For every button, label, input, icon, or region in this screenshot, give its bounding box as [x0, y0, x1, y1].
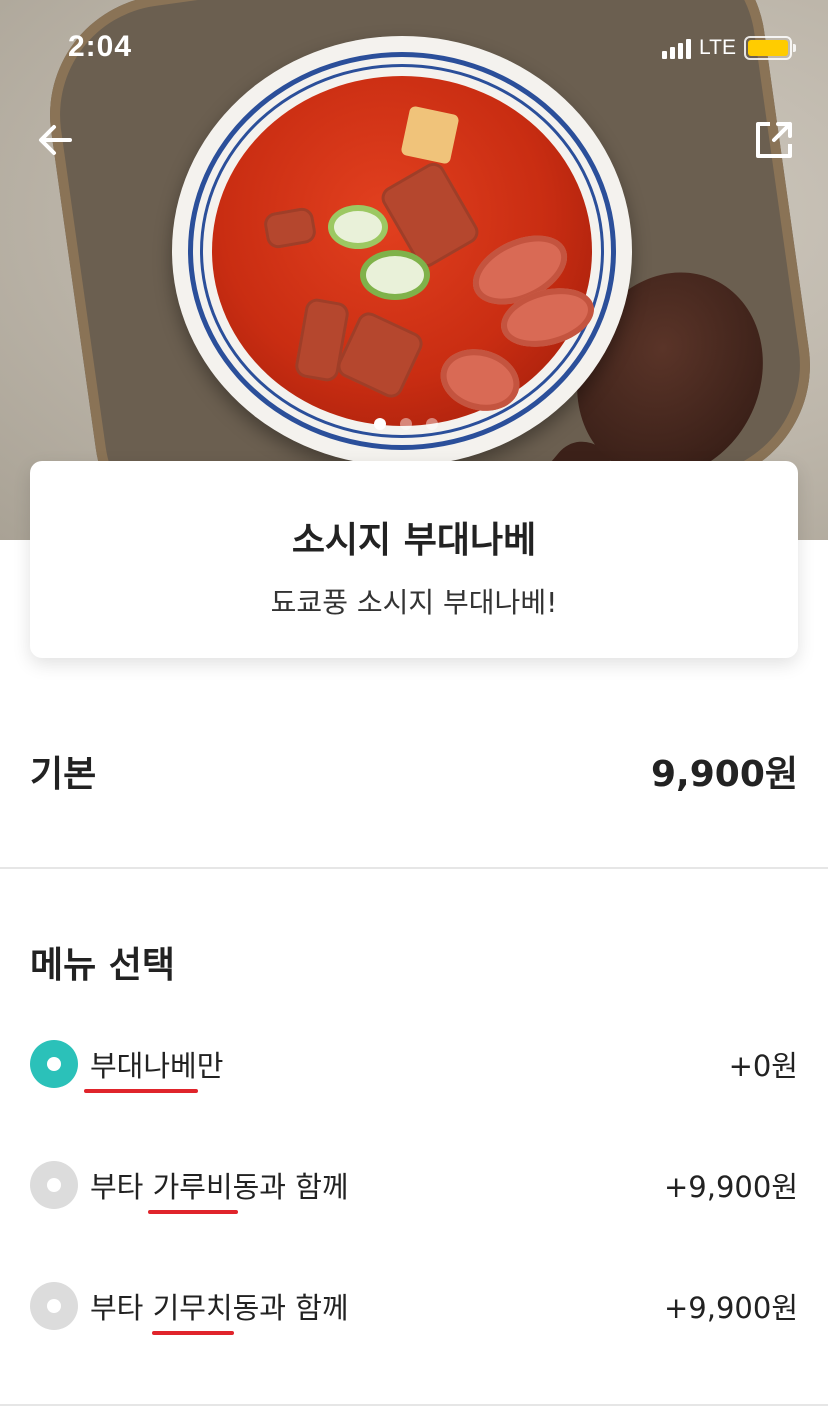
- option-price: +9,900원: [664, 1291, 798, 1325]
- carousel-dot[interactable]: [400, 418, 412, 430]
- signal-icon: [662, 37, 692, 59]
- back-button[interactable]: [34, 118, 78, 162]
- carousel-indicator: [374, 418, 438, 430]
- option-price: +9,900원: [664, 1170, 798, 1204]
- option-label: 부타 기무치동과 함께: [90, 1285, 349, 1335]
- scallion-graphic: [360, 250, 430, 300]
- carousel-dot[interactable]: [426, 418, 438, 430]
- annotation-underline: [152, 1331, 234, 1335]
- radio-selected-icon[interactable]: [30, 1040, 78, 1088]
- radio-unselected-icon[interactable]: [30, 1161, 78, 1209]
- divider: [0, 867, 828, 869]
- annotation-underline: [84, 1089, 198, 1093]
- battery-icon: [744, 36, 796, 60]
- menu-option[interactable]: 부타 기무치동과 함께 +9,900원: [30, 1276, 798, 1336]
- menu-option[interactable]: 부타 가루비동과 함께 +9,900원: [30, 1155, 798, 1215]
- annotation-underline: [148, 1210, 238, 1214]
- option-label: 부타 가루비동과 함께: [90, 1164, 349, 1214]
- hero-image[interactable]: 2:04 LTE: [0, 0, 828, 540]
- network-type: LTE: [699, 36, 736, 59]
- share-icon: [756, 122, 792, 158]
- base-price-row: 기본 9,900원: [30, 745, 798, 797]
- tofu-graphic: [400, 105, 460, 165]
- arrow-left-icon: [39, 125, 72, 155]
- menu-info-card: 소시지 부대나베 됴쿄풍 소시지 부대나베!: [30, 461, 798, 658]
- option-price: +0원: [728, 1049, 798, 1083]
- status-indicators: LTE: [662, 36, 796, 60]
- radio-unselected-icon[interactable]: [30, 1282, 78, 1330]
- menu-title: 소시지 부대나베: [291, 520, 537, 561]
- menu-option[interactable]: 부대나베만 +0원: [30, 1034, 798, 1094]
- status-time: 2:04: [68, 30, 133, 63]
- base-price-value: 9,900원: [651, 754, 798, 795]
- share-button[interactable]: [752, 118, 796, 162]
- menu-select-title: 메뉴 선택: [30, 945, 176, 986]
- carousel-dot[interactable]: [374, 418, 386, 430]
- scallion-graphic: [328, 205, 388, 249]
- divider: [0, 1404, 828, 1406]
- base-price-label: 기본: [30, 754, 97, 795]
- menu-description: 됴쿄풍 소시지 부대나베!: [270, 586, 558, 619]
- option-label: 부대나베만: [84, 1043, 223, 1093]
